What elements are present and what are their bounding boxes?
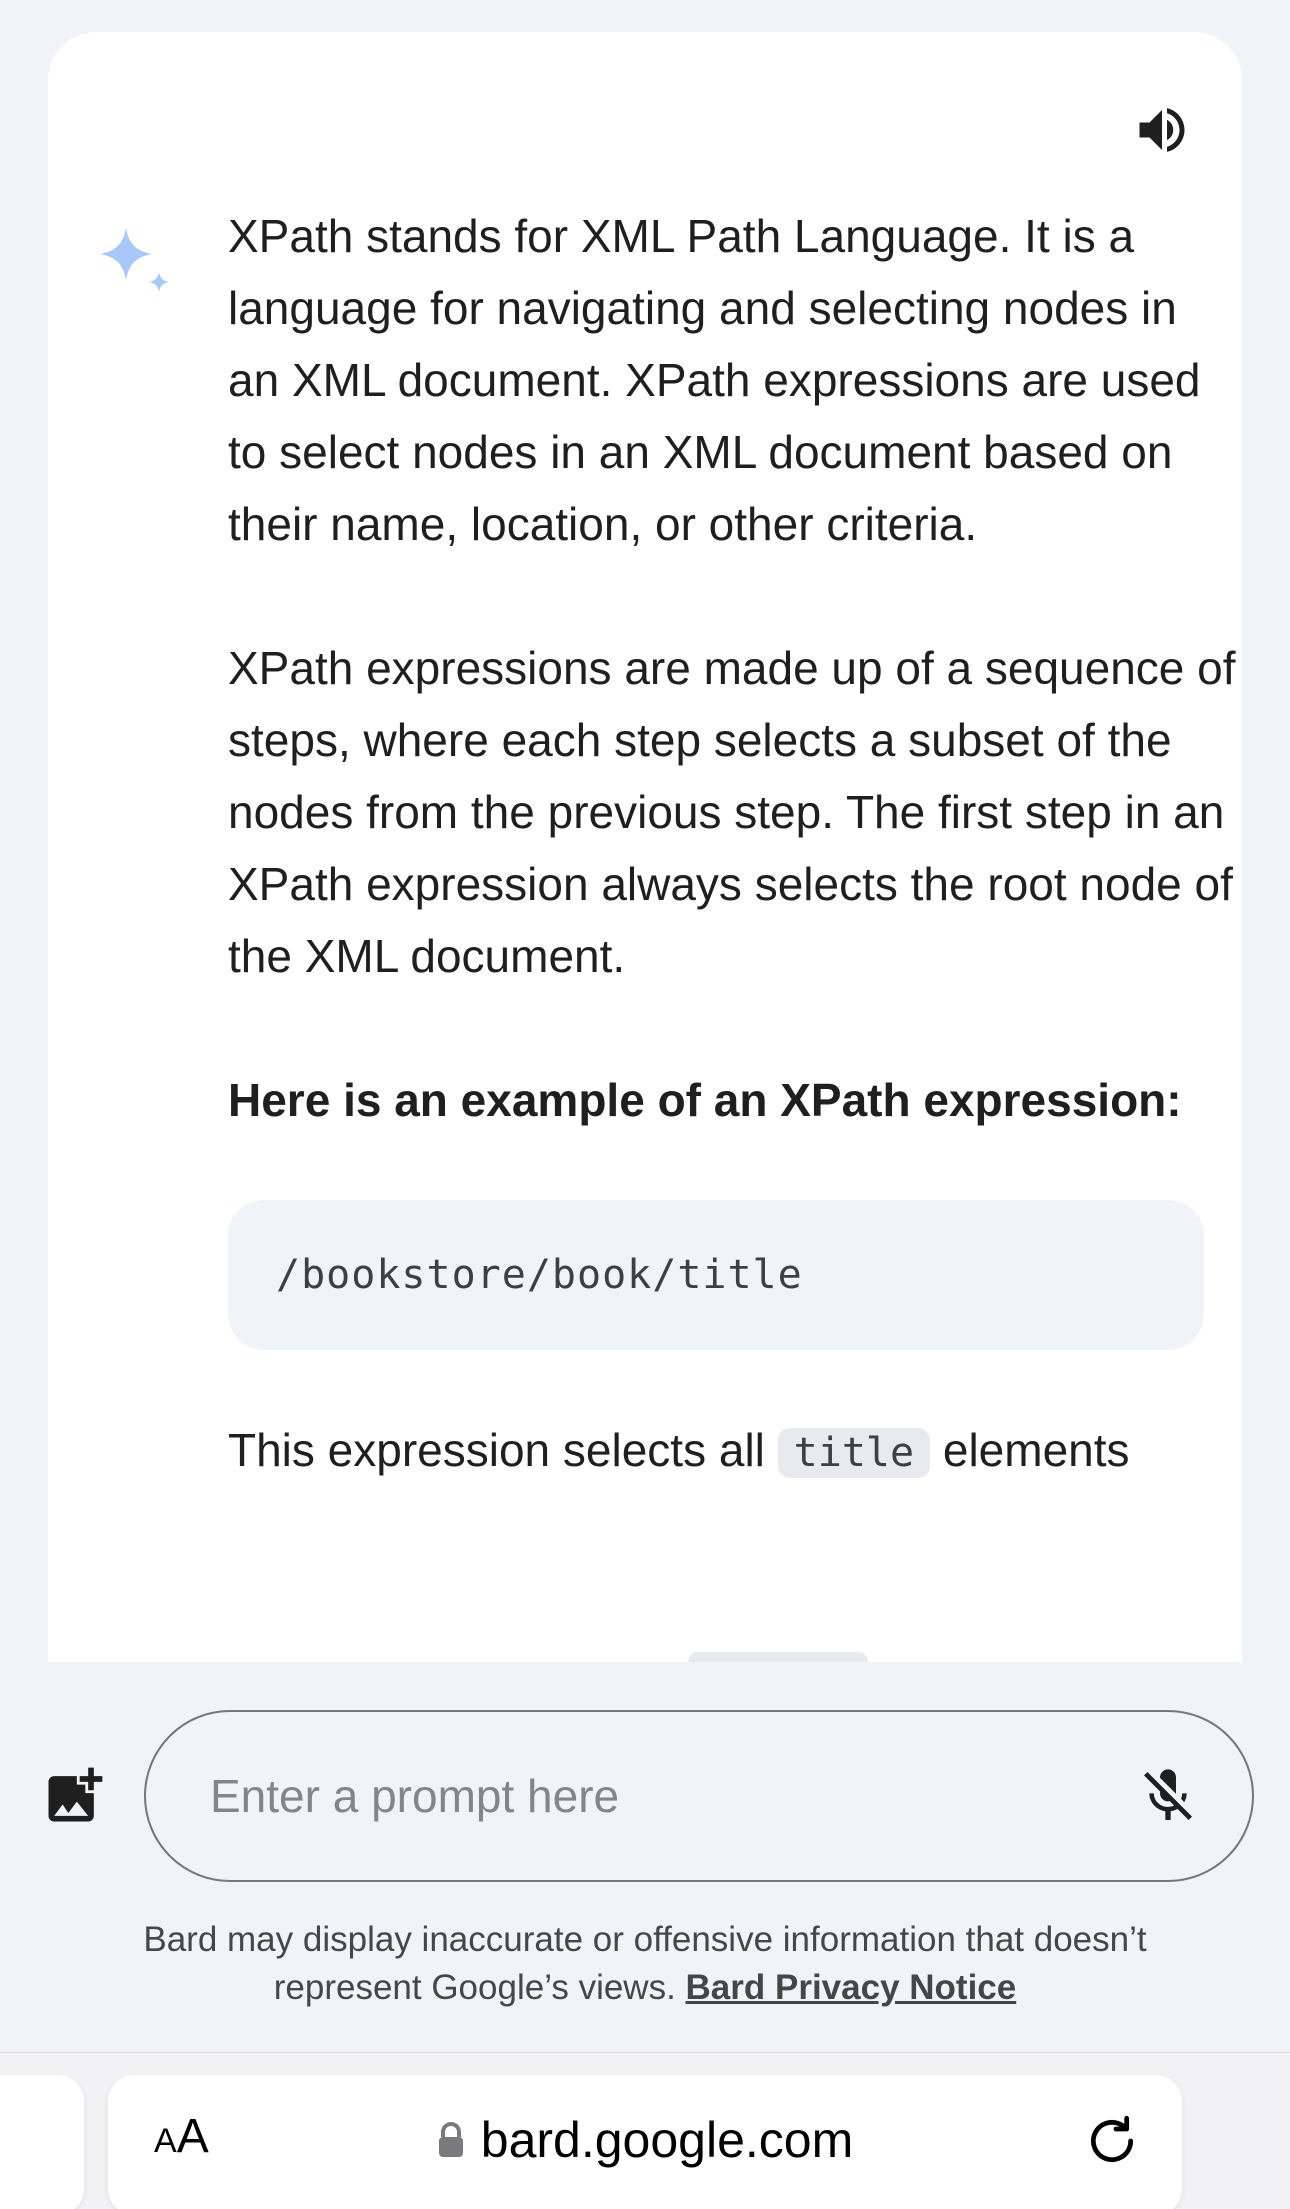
response-paragraph-2: XPath expressions are made up of a seque… — [228, 642, 1236, 982]
scroll-indicator — [688, 1652, 868, 1662]
bard-chat-page: XPath stands for XML Path Language. It i… — [0, 0, 1290, 2209]
disclaimer: Bard may display inaccurate or offensive… — [0, 1916, 1290, 2012]
response-paragraph-1: XPath stands for XML Path Language. It i… — [228, 210, 1201, 550]
microphone-button[interactable] — [1132, 1760, 1204, 1832]
code-text: /bookstore/book/title — [276, 1252, 803, 1298]
text-fragment: elements — [930, 1424, 1130, 1476]
browser-toolbar: AA bard.google.com — [0, 2052, 1290, 2209]
prompt-input[interactable] — [208, 1768, 1068, 1824]
disclaimer-line-2: represent Google’s views. Bard Privacy N… — [0, 1964, 1290, 2012]
response-paragraph-3: This expression selects all title elemen… — [228, 1414, 1238, 1489]
volume-icon — [1139, 108, 1185, 152]
privacy-notice-link[interactable]: Bard Privacy Notice — [686, 1968, 1017, 2007]
response-card: XPath stands for XML Path Language. It i… — [48, 32, 1242, 1662]
listen-button[interactable] — [1122, 90, 1202, 170]
disclaimer-text: represent Google’s views. — [273, 1968, 686, 2007]
text-fragment: This expression selects all — [228, 1424, 778, 1476]
url-display: bard.google.com — [108, 2111, 1182, 2169]
example-heading: Here is an example of an XPath expressio… — [228, 1074, 1182, 1126]
disclaimer-line-1: Bard may display inaccurate or offensive… — [143, 1920, 1147, 1959]
address-bar[interactable]: AA bard.google.com — [108, 2075, 1182, 2209]
previous-tab[interactable] — [0, 2075, 84, 2209]
upload-image-button[interactable] — [40, 1762, 108, 1830]
url-text: bard.google.com — [480, 2112, 854, 2168]
mic-off-icon — [1144, 1769, 1192, 1820]
reload-button[interactable] — [1080, 2109, 1144, 2173]
reload-icon — [1090, 2115, 1134, 2163]
bard-sparkle-icon — [100, 228, 169, 292]
inline-code: title — [777, 1428, 931, 1478]
response-content: XPath stands for XML Path Language. It i… — [228, 200, 1238, 1489]
lock-icon — [438, 2122, 463, 2157]
code-block: /bookstore/book/title — [228, 1200, 1204, 1350]
add-image-icon — [48, 1767, 103, 1822]
prompt-field[interactable] — [144, 1710, 1254, 1882]
